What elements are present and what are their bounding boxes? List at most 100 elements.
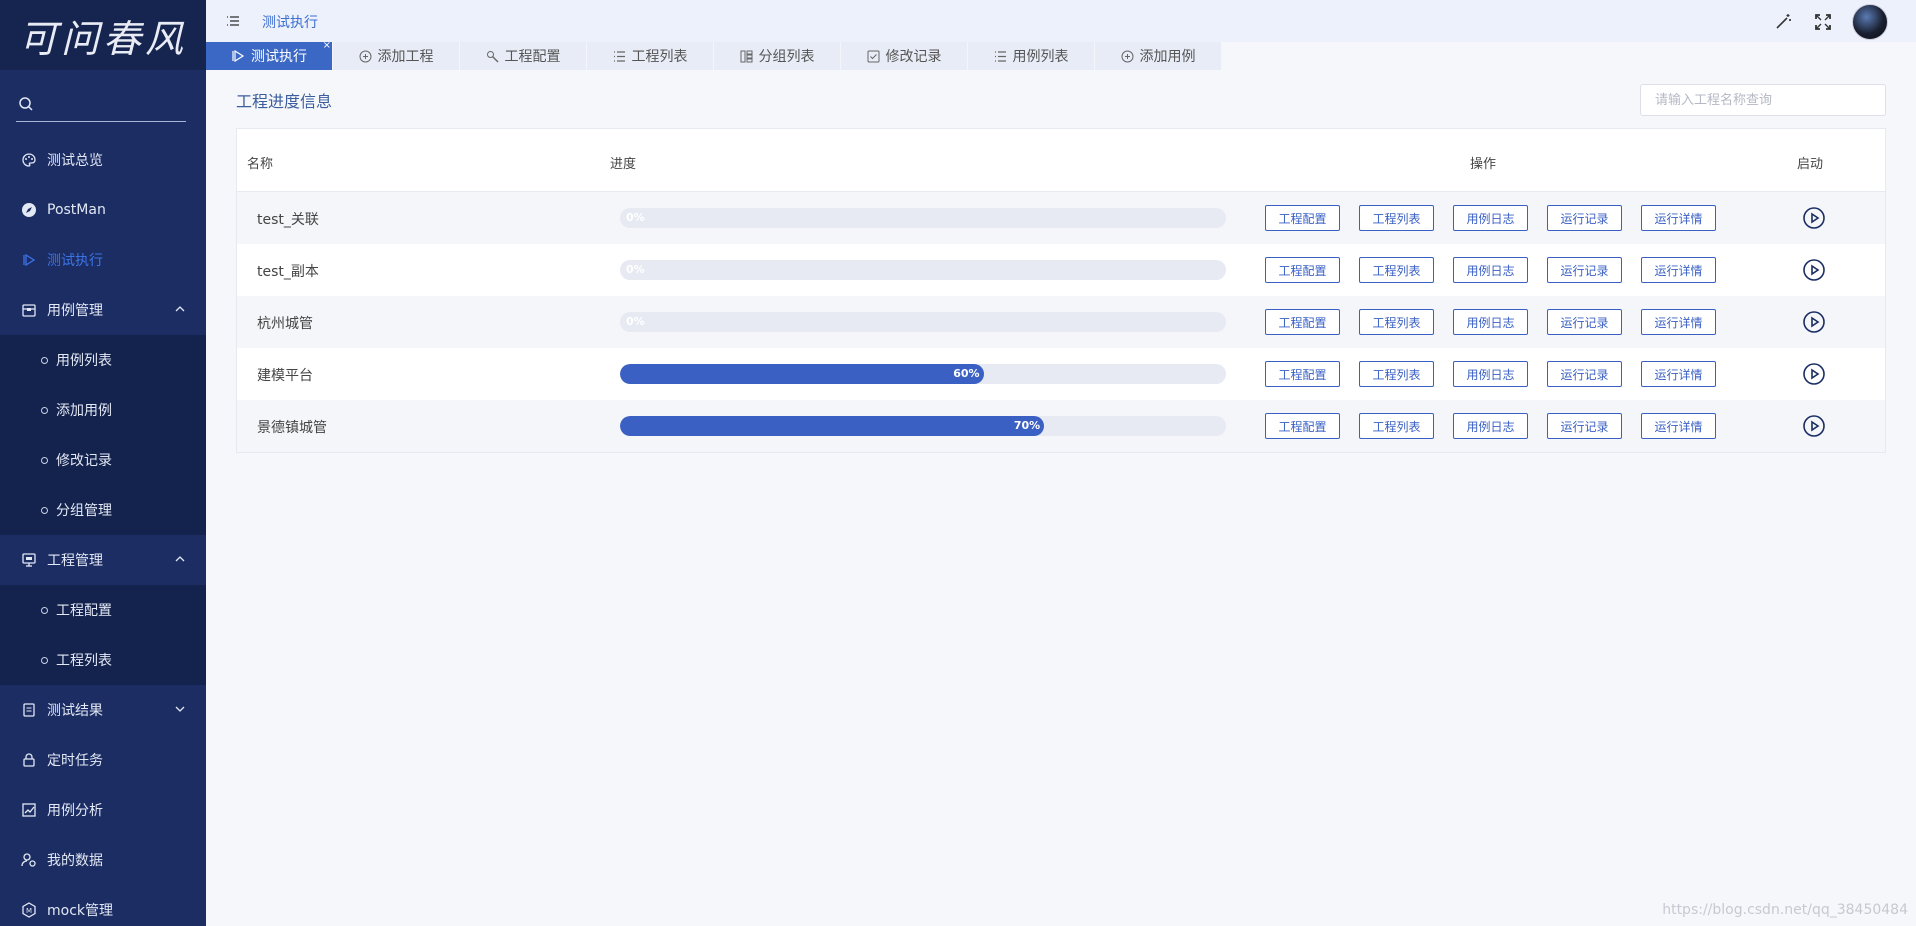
sidebar-item-test-exec[interactable]: 测试执行 (0, 235, 206, 285)
run-detail-button[interactable]: 运行详情 (1641, 205, 1716, 231)
project-config-button[interactable]: 工程配置 (1265, 361, 1340, 387)
run-record-button[interactable]: 运行记录 (1547, 361, 1622, 387)
progress-bar: 0% (620, 312, 1226, 332)
sidebar-item-case-analysis[interactable]: 用例分析 (0, 785, 206, 835)
submenu-label: 工程配置 (56, 603, 112, 619)
run-detail-button[interactable]: 运行详情 (1641, 257, 1716, 283)
sidebar-item-my-data[interactable]: 我的数据 (0, 835, 206, 885)
case-log-button[interactable]: 用例日志 (1453, 361, 1528, 387)
sidebar-item-project-mgmt[interactable]: 工程管理 (0, 535, 206, 585)
tab-test-exec[interactable]: 测试执行 × (206, 40, 333, 70)
sidebar-item-label: 用例分析 (47, 803, 103, 819)
tab-project-config[interactable]: 工程配置 (460, 42, 587, 70)
tab-edit-log[interactable]: 修改记录 (841, 42, 968, 70)
sidebar-item-mock-mgmt[interactable]: M mock管理 (0, 885, 206, 926)
case-log-button[interactable]: 用例日志 (1453, 205, 1528, 231)
tab-add-project[interactable]: 添加工程 (333, 42, 460, 70)
case-log-button[interactable]: 用例日志 (1453, 309, 1528, 335)
tab-group-list[interactable]: 分组列表 (714, 42, 841, 70)
sidebar-item-test-results[interactable]: 测试结果 (0, 685, 206, 735)
play-circle-icon (1803, 207, 1825, 229)
progress-label: 60% (953, 367, 980, 380)
palette-icon (20, 151, 38, 169)
chevron-down-icon (175, 706, 185, 712)
fullscreen-icon[interactable] (1812, 11, 1834, 33)
magic-wand-icon[interactable] (1772, 11, 1794, 33)
play-circle-icon (1803, 259, 1825, 281)
run-detail-button[interactable]: 运行详情 (1641, 309, 1716, 335)
clipboard-icon (20, 701, 38, 719)
start-run-button[interactable] (1802, 310, 1826, 338)
submenu-item-project-config[interactable]: 工程配置 (0, 585, 206, 635)
project-table: 名称 进度 操作 启动 test_关联 0% 工程配置 工程列表 用例日志 运行记录 运行详… (236, 128, 1886, 453)
run-record-button[interactable]: 运行记录 (1547, 257, 1622, 283)
run-detail-button[interactable]: 运行详情 (1641, 361, 1716, 387)
tab-project-list[interactable]: 工程列表 (587, 42, 714, 70)
case-submenu: 用例列表 添加用例 修改记录 分组管理 (0, 335, 206, 535)
project-config-button[interactable]: 工程配置 (1265, 309, 1340, 335)
run-record-button[interactable]: 运行记录 (1547, 205, 1622, 231)
close-icon[interactable]: × (323, 40, 331, 51)
play-outline-icon (20, 251, 38, 269)
play-outline-icon (231, 49, 245, 63)
progress-fill: 70% (620, 416, 1045, 436)
submenu-label: 工程列表 (56, 653, 112, 669)
sidebar-item-scheduled-tasks[interactable]: 定时任务 (0, 735, 206, 785)
submenu-item-edit-log[interactable]: 修改记录 (0, 435, 206, 485)
tab-case-list[interactable]: 用例列表 (968, 42, 1095, 70)
project-config-button[interactable]: 工程配置 (1265, 205, 1340, 231)
breadcrumb[interactable]: 测试执行 (262, 12, 318, 32)
sidebar-item-postman[interactable]: PostMan (0, 185, 206, 235)
submenu-item-case-list[interactable]: 用例列表 (0, 335, 206, 385)
m-badge-icon: M (20, 901, 38, 919)
project-list-button[interactable]: 工程列表 (1359, 309, 1434, 335)
sidebar-item-label: 测试执行 (47, 253, 103, 269)
progress-bar: 60% (620, 364, 1226, 384)
table-row: test_关联 0% 工程配置 工程列表 用例日志 运行记录 运行详情 (237, 192, 1885, 244)
run-record-button[interactable]: 运行记录 (1547, 309, 1622, 335)
submenu-label: 修改记录 (56, 453, 112, 469)
sidebar-item-overview[interactable]: 测试总览 (0, 135, 206, 185)
submenu-item-group-mgmt[interactable]: 分组管理 (0, 485, 206, 535)
table-row: 杭州城管 0% 工程配置 工程列表 用例日志 运行记录 运行详情 (237, 296, 1885, 348)
progress-label: 70% (1013, 419, 1041, 432)
start-run-button[interactable] (1802, 258, 1826, 286)
start-run-button[interactable] (1802, 414, 1826, 442)
submenu-item-project-list[interactable]: 工程列表 (0, 635, 206, 685)
run-record-button[interactable]: 运行记录 (1547, 413, 1622, 439)
project-list-button[interactable]: 工程列表 (1359, 205, 1434, 231)
case-log-button[interactable]: 用例日志 (1453, 257, 1528, 283)
row-actions: 工程配置 工程列表 用例日志 运行记录 运行详情 (1265, 205, 1735, 231)
box-icon (20, 301, 38, 319)
tab-add-case[interactable]: 添加用例 (1095, 42, 1222, 70)
start-run-button[interactable] (1802, 362, 1826, 390)
logo: 可问春风 (0, 0, 206, 70)
project-search-input[interactable] (1640, 84, 1886, 116)
submenu-label: 分组管理 (56, 503, 112, 519)
project-name: test_副本 (257, 264, 319, 280)
project-list-button[interactable]: 工程列表 (1359, 413, 1434, 439)
project-config-button[interactable]: 工程配置 (1265, 257, 1340, 283)
avatar[interactable] (1852, 4, 1888, 40)
project-list-button[interactable]: 工程列表 (1359, 361, 1434, 387)
chevron-up-icon (175, 306, 185, 312)
tab-label: 分组列表 (758, 49, 815, 65)
dot-icon (41, 406, 48, 414)
column-header-progress: 进度 (610, 157, 637, 172)
menu-toggle-icon[interactable] (226, 14, 240, 32)
play-circle-icon (1803, 311, 1825, 333)
sidebar-item-case-mgmt[interactable]: 用例管理 (0, 285, 206, 335)
run-detail-button[interactable]: 运行详情 (1641, 413, 1716, 439)
start-run-button[interactable] (1802, 206, 1826, 234)
sidebar: 可问春风 测试总览 PostMan 测试执行 用例管理 用例列表 添加用例 修改… (0, 0, 206, 926)
project-config-button[interactable]: 工程配置 (1265, 413, 1340, 439)
play-circle-icon (1803, 363, 1825, 385)
project-list-button[interactable]: 工程列表 (1359, 257, 1434, 283)
case-log-button[interactable]: 用例日志 (1453, 413, 1528, 439)
sidebar-search-input[interactable] (16, 92, 186, 122)
dot-icon (41, 506, 48, 514)
row-actions: 工程配置 工程列表 用例日志 运行记录 运行详情 (1265, 309, 1735, 335)
submenu-item-add-case[interactable]: 添加用例 (0, 385, 206, 435)
tab-label: 修改记录 (885, 49, 942, 65)
progress-label: 0% (626, 211, 645, 224)
